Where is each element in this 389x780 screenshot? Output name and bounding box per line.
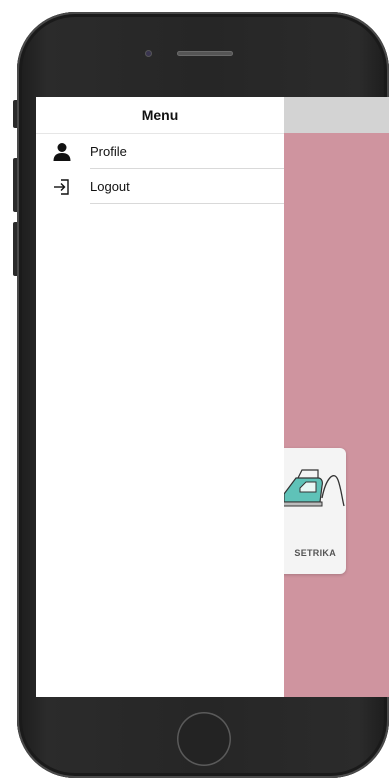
- front-camera: [145, 50, 152, 57]
- drawer-title: Menu: [141, 107, 179, 123]
- menu-item-label: Logout: [90, 179, 130, 194]
- phone-screen: SETRIKA Menu Profile Logout: [36, 97, 389, 697]
- menu-item-profile[interactable]: Profile: [36, 134, 284, 169]
- logout-icon: [54, 179, 69, 195]
- menu-item-logout[interactable]: Logout: [36, 169, 284, 204]
- earpiece-speaker: [177, 51, 233, 56]
- person-icon: [53, 143, 71, 161]
- menu-divider: [90, 203, 284, 204]
- device-frame-stage: SETRIKA Menu Profile Logout: [0, 0, 389, 780]
- side-drawer: Menu Profile Logout: [36, 97, 284, 697]
- menu-item-label: Profile: [90, 144, 127, 159]
- home-button[interactable]: [177, 712, 231, 766]
- drawer-header: Menu: [36, 97, 284, 134]
